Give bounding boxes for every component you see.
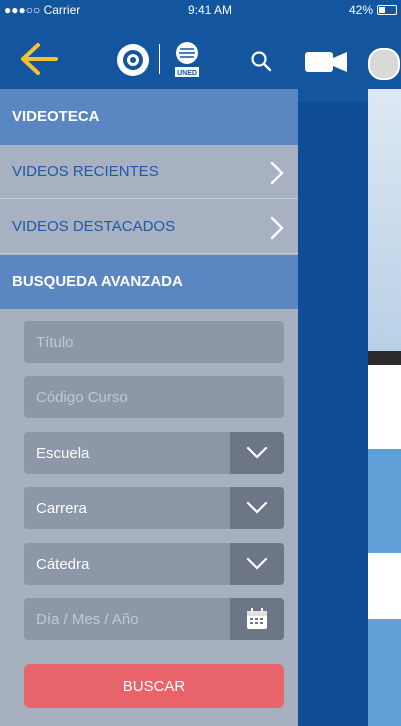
uned-logo-icon: UNED bbox=[170, 40, 204, 80]
buscar-button[interactable]: BUSCAR bbox=[24, 664, 284, 708]
menu-item-videos-destacados[interactable]: VIDEOS DESTACADOS bbox=[0, 200, 298, 254]
side-menu: VIDEOTECA VIDEOS RECIENTES VIDEOS DESTAC… bbox=[0, 89, 298, 726]
menu-item-label: VIDEOS RECIENTES bbox=[12, 163, 159, 180]
buscar-label: BUSCAR bbox=[122, 677, 186, 695]
video-camera-icon[interactable] bbox=[305, 50, 347, 74]
codigo-placeholder: Código Curso bbox=[36, 388, 128, 406]
chevron-right-icon bbox=[270, 161, 284, 185]
logo-icon bbox=[117, 44, 149, 76]
calendar-button[interactable] bbox=[230, 598, 284, 640]
videoteca-header: VIDEOTECA bbox=[0, 89, 298, 145]
busqueda-avanzada-header: BUSQUEDA AVANZADA bbox=[0, 255, 298, 309]
chevron-right-icon bbox=[270, 216, 284, 240]
fecha-input[interactable]: Día / Mes / Año bbox=[24, 598, 284, 640]
menu-item-videos-recientes[interactable]: VIDEOS RECIENTES bbox=[0, 145, 298, 199]
escuela-select[interactable]: Escuela bbox=[24, 432, 284, 474]
carrera-select[interactable]: Carrera bbox=[24, 487, 284, 529]
catedra-value: Cátedra bbox=[36, 555, 90, 573]
chevron-down-icon bbox=[246, 501, 268, 514]
carrera-dropdown-button[interactable] bbox=[230, 487, 284, 529]
chevron-down-icon bbox=[246, 446, 268, 459]
catedra-select[interactable]: Cátedra bbox=[24, 543, 284, 585]
menu-item-label: VIDEOS DESTACADOS bbox=[12, 218, 176, 235]
status-bar: ●●●○○ Carrier 9:41 AM 42% bbox=[0, 0, 401, 20]
battery-percent: 42% bbox=[348, 3, 373, 17]
clock: 9:41 AM bbox=[188, 3, 233, 17]
carrier-label: ●●●○○ Carrier bbox=[4, 3, 81, 17]
uned-logo-text: UNED bbox=[177, 70, 197, 77]
battery-icon bbox=[377, 5, 397, 15]
user-avatar-icon[interactable] bbox=[368, 48, 400, 80]
background-content bbox=[368, 89, 401, 726]
fecha-placeholder: Día / Mes / Año bbox=[36, 610, 139, 628]
arrow-left-icon[interactable] bbox=[18, 42, 58, 76]
codigo-curso-input[interactable]: Código Curso bbox=[24, 376, 284, 418]
calendar-icon bbox=[247, 608, 267, 629]
escuela-value: Escuela bbox=[36, 444, 90, 462]
videoteca-title: VIDEOTECA bbox=[12, 108, 100, 125]
catedra-dropdown-button[interactable] bbox=[230, 543, 284, 585]
busqueda-title: BUSQUEDA AVANZADA bbox=[12, 273, 183, 290]
battery-indicator: 42% bbox=[349, 3, 397, 17]
search-icon[interactable] bbox=[250, 50, 272, 72]
titulo-input[interactable]: Título bbox=[24, 321, 284, 363]
chevron-down-icon bbox=[246, 557, 268, 570]
carrera-value: Carrera bbox=[36, 499, 87, 517]
logo-divider bbox=[159, 44, 160, 74]
titulo-placeholder: Título bbox=[36, 333, 74, 351]
escuela-dropdown-button[interactable] bbox=[230, 432, 284, 474]
